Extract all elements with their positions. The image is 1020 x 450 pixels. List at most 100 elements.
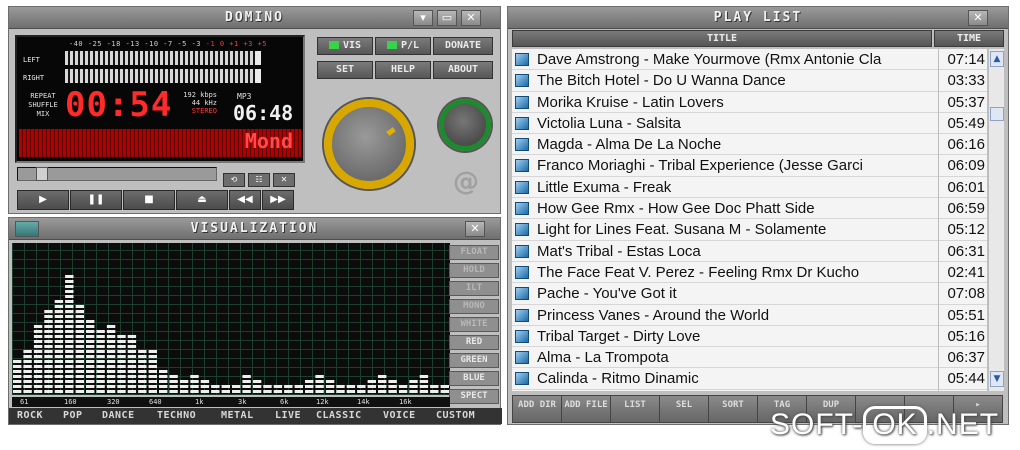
track-time: 06:37 bbox=[947, 349, 985, 367]
float-button[interactable]: FLOAT bbox=[449, 245, 499, 260]
green-button[interactable]: GREEN bbox=[449, 353, 499, 368]
preset-live[interactable]: LIVE bbox=[275, 410, 301, 421]
spectrum-segment bbox=[315, 375, 324, 378]
ilt-button[interactable]: ILT bbox=[449, 281, 499, 296]
help-button[interactable]: HELP bbox=[375, 61, 431, 79]
spectrum-segment bbox=[44, 385, 53, 388]
preset-rock[interactable]: ROCK bbox=[17, 410, 43, 421]
red-button[interactable]: RED bbox=[449, 335, 499, 350]
playlist-row[interactable]: Morika Kruise - Latin Lovers 05:37 bbox=[512, 92, 987, 113]
playlist-row[interactable]: Alma - La Trompota 06:37 bbox=[512, 347, 987, 369]
white-button[interactable]: WHITE bbox=[449, 317, 499, 332]
close-button[interactable]: ✕ bbox=[461, 10, 481, 26]
audio-file-icon bbox=[515, 116, 529, 130]
spectrum-segment bbox=[106, 325, 116, 328]
volume-knob[interactable] bbox=[324, 99, 414, 189]
track-title: Little Exuma - Freak bbox=[537, 178, 672, 196]
spectrum-segment bbox=[65, 345, 74, 348]
spectrum-segment bbox=[65, 295, 74, 298]
playlist-row[interactable]: Princess Vanes - Around the World 05:51 bbox=[512, 305, 987, 326]
spectrum-segment bbox=[117, 375, 126, 378]
spectrum-segment bbox=[54, 380, 64, 383]
seek-bar[interactable] bbox=[17, 167, 217, 181]
viz-close-button[interactable]: ✕ bbox=[465, 221, 485, 237]
preset-dance[interactable]: DANCE bbox=[102, 410, 135, 421]
list-button[interactable]: LIST bbox=[610, 395, 660, 423]
preset-voice[interactable]: VOICE bbox=[383, 410, 416, 421]
playlist-close-button[interactable]: ✕ bbox=[968, 10, 988, 26]
settings-button[interactable]: SET bbox=[317, 61, 373, 79]
repeat-button[interactable]: ⟲ bbox=[223, 173, 245, 187]
playlist-scrollbar[interactable]: ▲ ▼ bbox=[988, 49, 1004, 391]
preset-techno[interactable]: TECHNO bbox=[157, 410, 196, 421]
playlist-row[interactable]: The Face Feat V. Perez - Feeling Rmx Dr … bbox=[512, 262, 987, 284]
spectrum-segment bbox=[13, 375, 22, 378]
seek-handle[interactable] bbox=[36, 167, 48, 181]
spectrum-segment bbox=[138, 350, 147, 353]
preset-custom[interactable]: CUSTOM bbox=[436, 410, 475, 421]
balance-knob[interactable] bbox=[439, 99, 491, 151]
hold-button[interactable]: HOLD bbox=[449, 263, 499, 278]
playlist-row[interactable]: Light for Lines Feat. Susana M - Solamen… bbox=[512, 219, 987, 241]
mix-indicator[interactable]: MIX bbox=[23, 110, 63, 119]
preset-classic[interactable]: CLASSIC bbox=[316, 410, 362, 421]
vis-button[interactable]: VIS bbox=[317, 37, 373, 55]
playlist-row[interactable]: The Bitch Hotel - Do U Wanna Dance 03:33 bbox=[512, 70, 987, 92]
pause-button[interactable]: ❚❚ bbox=[70, 190, 122, 210]
sort-button[interactable]: SORT bbox=[708, 395, 758, 423]
preset-pop[interactable]: POP bbox=[63, 410, 83, 421]
play-button[interactable]: ▶ bbox=[17, 190, 69, 210]
donate-button[interactable]: DONATE bbox=[433, 37, 493, 55]
spectrum-segment bbox=[148, 360, 157, 363]
minimize-button[interactable]: ▾ bbox=[413, 10, 433, 26]
playlist-row[interactable]: Mat's Tribal - Estas Loca 06:31 bbox=[512, 241, 987, 262]
blue-button[interactable]: BLUE bbox=[449, 371, 499, 386]
spectrum-segment bbox=[294, 385, 303, 388]
eq-button[interactable]: ☷ bbox=[248, 173, 270, 187]
add-dir-button[interactable]: ADD DIR bbox=[512, 395, 562, 423]
preset-metal[interactable]: METAL bbox=[221, 410, 254, 421]
shuffle-indicator[interactable]: SHUFFLE bbox=[23, 101, 63, 110]
playlist-toggle-button[interactable]: P/L bbox=[375, 37, 431, 55]
spectrum-segment bbox=[96, 385, 105, 388]
restore-button[interactable]: ▭ bbox=[437, 10, 457, 26]
scroll-down-icon[interactable]: ▼ bbox=[990, 371, 1004, 387]
scroll-up-icon[interactable]: ▲ bbox=[990, 51, 1004, 67]
freq-label: 320 bbox=[107, 398, 120, 406]
playlist-row[interactable]: Dave Amstrong - Make Yourmove (Rmx Anton… bbox=[512, 49, 987, 71]
select-button[interactable]: SEL bbox=[659, 395, 709, 423]
next-button[interactable]: ▶▶ bbox=[262, 190, 294, 210]
column-time[interactable]: TIME bbox=[934, 30, 1004, 47]
viz-titlebar[interactable]: VISUALIZATION ✕ bbox=[9, 218, 500, 240]
spectrum-segment bbox=[13, 360, 22, 363]
shuffle-button[interactable]: ✕ bbox=[273, 173, 295, 187]
spectrum-segment bbox=[200, 390, 210, 393]
playlist-titlebar[interactable]: PLAY LIST ✕ bbox=[508, 7, 1008, 29]
spectrum-segment bbox=[23, 365, 32, 368]
column-title[interactable]: TITLE bbox=[512, 30, 932, 47]
spectrum-segment bbox=[148, 355, 157, 358]
player-titlebar[interactable]: DOMINO ▾ ▭ ✕ bbox=[9, 7, 500, 29]
playlist-row[interactable]: Victolia Luna - Salsita 05:49 bbox=[512, 113, 987, 135]
scroll-thumb[interactable] bbox=[990, 107, 1004, 121]
playlist-row[interactable]: Calinda - Ritmo Dinamic 05:44 bbox=[512, 368, 987, 390]
playlist-row[interactable]: Little Exuma - Freak 06:01 bbox=[512, 177, 987, 199]
add-file-button[interactable]: ADD FILE bbox=[561, 395, 611, 423]
playlist-row[interactable]: Franco Moriaghi - Tribal Experience (Jes… bbox=[512, 155, 987, 177]
watermark-logo: SOFT- OK .NET bbox=[770, 406, 999, 446]
playlist-row[interactable]: Magda - Alma De La Noche 06:16 bbox=[512, 134, 987, 156]
stop-button[interactable]: ■ bbox=[123, 190, 175, 210]
playlist-row[interactable]: How Gee Rmx - How Gee Doc Phatt Side 06:5… bbox=[512, 198, 987, 220]
playlist-row[interactable]: Tribal Target - Dirty Love 05:16 bbox=[512, 326, 987, 348]
repeat-indicator[interactable]: REPEAT bbox=[23, 92, 63, 101]
about-button[interactable]: ABOUT bbox=[433, 61, 493, 79]
elapsed-time[interactable]: 00:54 bbox=[65, 87, 172, 123]
audio-file-icon bbox=[515, 372, 529, 386]
spectrum-segment bbox=[242, 375, 251, 378]
playlist-row[interactable]: Pache - You've Got it 07:08 bbox=[512, 283, 987, 305]
spectrum-segment bbox=[44, 390, 53, 393]
spect-button[interactable]: SPECT bbox=[449, 389, 499, 404]
previous-button[interactable]: ◀◀ bbox=[229, 190, 261, 210]
mono-button[interactable]: MONO bbox=[449, 299, 499, 314]
eject-button[interactable]: ⏏ bbox=[176, 190, 228, 210]
